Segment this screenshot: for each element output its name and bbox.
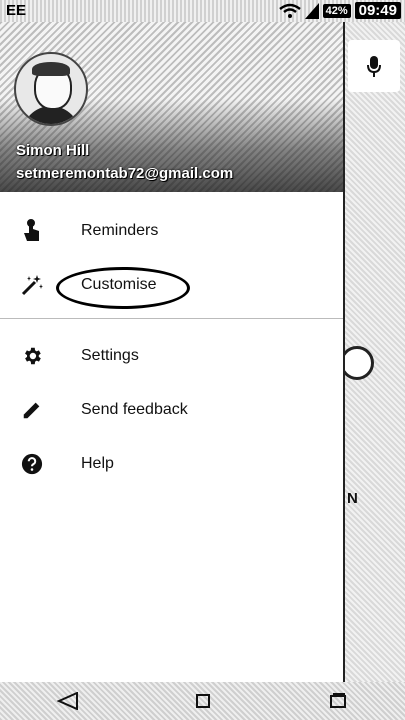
menu-item-label: Customise <box>81 276 157 293</box>
mic-button[interactable] <box>348 40 400 92</box>
menu-item-send-feedback[interactable]: Send feedback <box>0 383 343 437</box>
carrier-label: EE <box>6 2 27 19</box>
drawer-menu: Reminders Customise Settings Send feedba… <box>0 204 343 491</box>
background-letter: N <box>347 490 358 507</box>
signal-icon <box>304 2 319 19</box>
navigation-drawer: Simon Hill setmeremontab72@gmail.com Rem… <box>0 22 345 682</box>
background-circle-control <box>340 346 374 380</box>
account-header[interactable]: Simon Hill setmeremontab72@gmail.com <box>0 22 343 192</box>
back-button[interactable] <box>53 691 83 711</box>
clock: 09:49 <box>354 2 401 19</box>
mic-icon <box>367 56 381 77</box>
menu-item-label: Send feedback <box>81 401 188 418</box>
avatar[interactable] <box>14 52 88 126</box>
status-bar: EE 42% 09:49 <box>0 0 405 22</box>
help-circle-icon <box>20 452 44 476</box>
battery-indicator: 42% <box>322 3 351 18</box>
wifi-icon <box>278 3 301 18</box>
menu-item-settings[interactable]: Settings <box>0 329 343 383</box>
pencil-icon <box>20 398 44 422</box>
reminder-hand-icon <box>20 219 44 243</box>
gear-icon <box>20 344 44 368</box>
menu-item-label: Help <box>81 455 114 472</box>
menu-item-label: Reminders <box>81 222 159 239</box>
menu-item-label: Settings <box>81 347 139 364</box>
home-button[interactable] <box>188 691 218 711</box>
menu-item-help[interactable]: Help <box>0 437 343 491</box>
status-indicators: 42% 09:49 <box>278 2 401 19</box>
menu-divider <box>0 318 343 319</box>
recent-apps-button[interactable] <box>323 691 353 711</box>
menu-item-reminders[interactable]: Reminders <box>0 204 343 258</box>
home-icon <box>195 694 210 708</box>
system-nav-bar <box>0 682 405 720</box>
menu-item-customise[interactable]: Customise <box>0 258 343 312</box>
account-name: Simon Hill <box>16 142 90 159</box>
recent-apps-icon <box>329 693 346 708</box>
account-email: setmeremontab72@gmail.com <box>16 165 234 182</box>
magic-wand-icon <box>20 273 44 297</box>
back-icon <box>56 692 78 710</box>
